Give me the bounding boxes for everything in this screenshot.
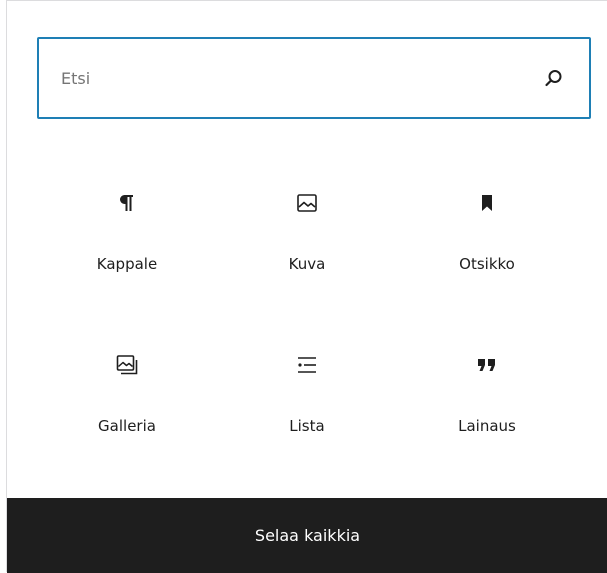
search-input[interactable] xyxy=(61,68,543,88)
search-icon[interactable] xyxy=(543,67,565,89)
block-label: Otsikko xyxy=(459,255,515,273)
block-item-paragraph[interactable]: Kappale xyxy=(37,161,217,323)
search-field[interactable] xyxy=(37,37,591,119)
block-item-list[interactable]: Lista xyxy=(217,323,397,485)
block-grid: Kappale Kuva Otsikko Galleria Lista Lain… xyxy=(37,161,577,485)
bookmark-icon xyxy=(473,189,501,217)
block-label: Galleria xyxy=(98,417,156,435)
block-label: Kuva xyxy=(288,255,326,273)
image-icon xyxy=(293,189,321,217)
block-label: Lainaus xyxy=(458,417,516,435)
browse-all-label: Selaa kaikkia xyxy=(254,526,361,545)
browse-all-button[interactable]: Selaa kaikkia xyxy=(7,498,607,573)
block-inserter-panel: Kappale Kuva Otsikko xyxy=(6,0,607,573)
block-item-heading[interactable]: Otsikko xyxy=(397,161,577,323)
block-item-quote[interactable]: Lainaus xyxy=(397,323,577,485)
gallery-icon xyxy=(113,351,141,379)
list-icon xyxy=(293,351,321,379)
block-item-gallery[interactable]: Galleria xyxy=(37,323,217,485)
block-label: Lista xyxy=(289,417,325,435)
paragraph-icon xyxy=(113,189,141,217)
block-item-image[interactable]: Kuva xyxy=(217,161,397,323)
block-label: Kappale xyxy=(96,255,158,273)
quote-icon xyxy=(473,351,501,379)
